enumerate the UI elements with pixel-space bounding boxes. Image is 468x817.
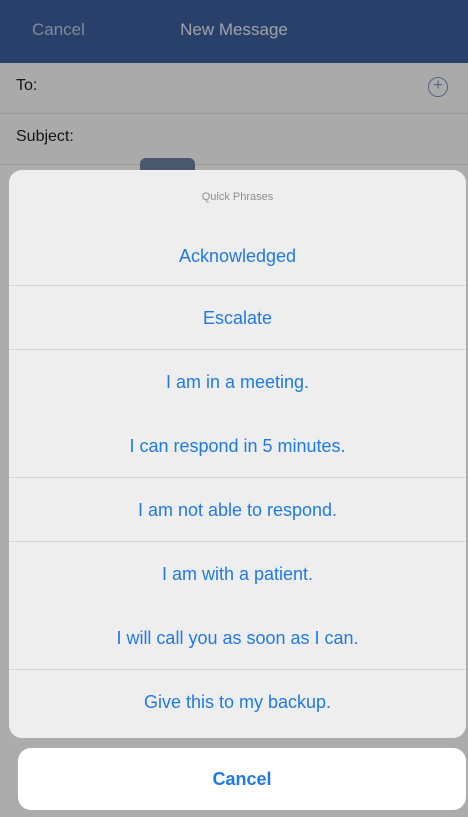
sheet-title: Quick Phrases [201,191,274,203]
phrase-not-able[interactable]: I am not able to respond. [9,477,466,541]
quick-phrases-sheet: Quick Phrases Acknowledged Escalate I am… [9,170,466,738]
phrase-acknowledged[interactable]: Acknowledged [9,225,466,285]
phrase-backup[interactable]: Give this to my backup. [9,669,466,733]
phrase-in-meeting[interactable]: I am in a meeting. [9,349,466,413]
phrase-respond-5-min[interactable]: I can respond in 5 minutes. [9,413,466,477]
cancel-button[interactable]: Cancel [18,748,466,810]
phrase-call-back[interactable]: I will call you as soon as I can. [9,605,466,669]
phrase-escalate[interactable]: Escalate [9,285,466,349]
phrase-with-patient[interactable]: I am with a patient. [9,541,466,605]
